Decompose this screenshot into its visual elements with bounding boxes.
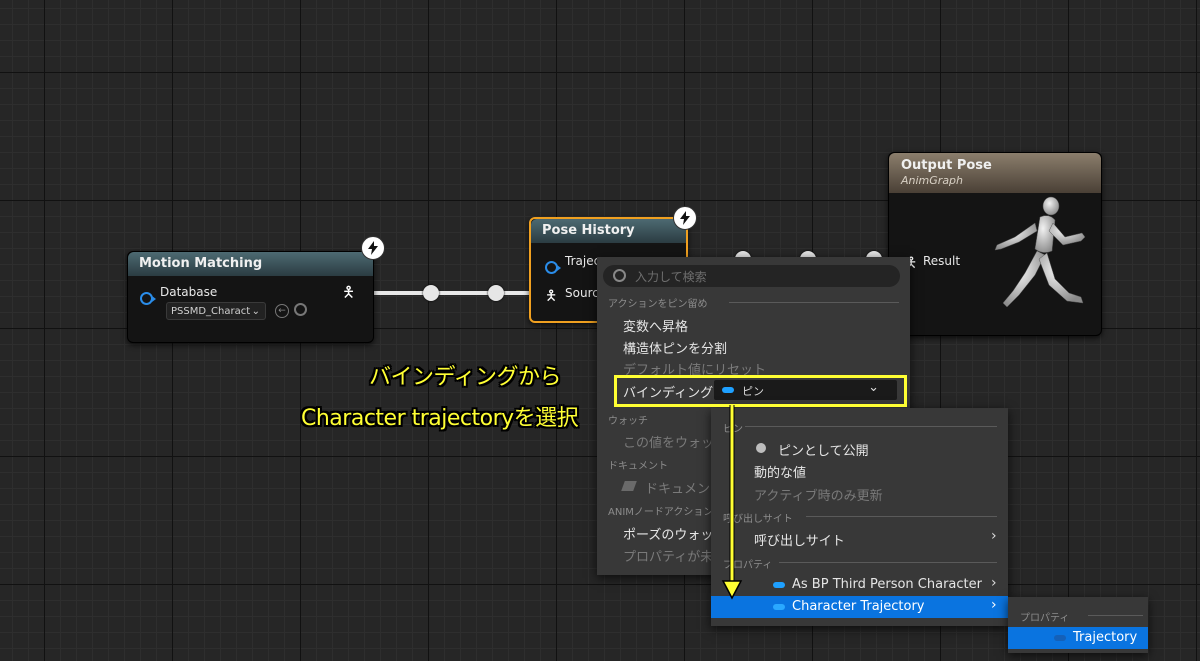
struct-pin-icon <box>773 604 785 610</box>
node-subtitle: AnimGraph <box>901 174 964 187</box>
menu-item-expose-as-pin[interactable]: ピンとして公開 <box>778 440 869 459</box>
section-divider <box>779 562 997 563</box>
database-value: PSSMD_Charact <box>171 306 251 317</box>
database-pin-label: Database <box>160 285 218 299</box>
struct-pin-icon[interactable] <box>140 292 156 305</box>
struct-pin-icon[interactable] <box>545 261 561 274</box>
section-header: ウォッチ <box>608 416 648 427</box>
section-header: ANIMノードアクション <box>608 507 714 518</box>
annotation-line-2: Character trajectoryを選択 <box>301 406 579 431</box>
binding-highlight-box <box>614 375 907 407</box>
menu-item-trajectory[interactable]: Trajectory <box>1008 627 1148 649</box>
fast-path-bolt-icon <box>673 206 697 230</box>
item-label: As BP Third Person Character <box>792 577 982 592</box>
annotation-arrow <box>721 405 743 600</box>
node-title: Pose History <box>531 219 686 243</box>
chevron-right-icon: › <box>991 597 997 613</box>
search-icon <box>613 269 626 282</box>
menu-item-split-struct[interactable]: 構造体ピンを分割 <box>623 338 727 357</box>
binding-submenu: ピン ピンとして公開 動的な値 アクティブ時のみ更新 呼び出しサイト 呼び出しサ… <box>711 408 1008 626</box>
search-icon[interactable] <box>294 303 307 316</box>
property-submenu: プロパティ Trajectory <box>1008 597 1148 653</box>
chevron-down-icon: ⌄ <box>251 306 260 317</box>
result-pin-label: Result <box>923 254 961 268</box>
chevron-right-icon: › <box>991 528 997 544</box>
menu-item-dynamic-value[interactable]: 動的な値 <box>754 462 806 481</box>
trajectory-pin-label: Trajec <box>565 254 601 268</box>
reroute-node[interactable] <box>423 285 439 301</box>
section-divider <box>806 516 997 517</box>
output-pose-node[interactable]: Output Pose AnimGraph 🯅 Result <box>888 152 1102 336</box>
document-icon <box>621 481 637 491</box>
item-label: Character Trajectory <box>792 599 925 614</box>
browse-back-icon[interactable]: ← <box>275 304 289 318</box>
object-pin-icon <box>773 582 785 588</box>
section-header: プロパティ <box>1020 613 1070 624</box>
node-title: Motion Matching <box>128 252 373 276</box>
fast-path-bolt-icon <box>361 236 385 260</box>
menu-item-property-binding: プロパティが未 <box>623 550 714 565</box>
menu-item-as-bp-third-person[interactable]: As BP Third Person Character › <box>711 574 1008 596</box>
menu-item-active-only: アクティブ時のみ更新 <box>754 489 883 504</box>
pose-input-pin-icon[interactable]: 🯅 <box>545 285 557 309</box>
section-header: アクションをピン留め <box>608 299 708 310</box>
menu-item-pose-watch[interactable]: ポーズのウォッ <box>623 524 713 543</box>
trajectory-pin[interactable] <box>545 257 561 276</box>
menu-item-promote-variable[interactable]: 変数へ昇格 <box>623 316 688 335</box>
struct-pin-icon <box>1054 635 1066 641</box>
database-select[interactable]: PSSMD_Charact ⌄ <box>166 302 266 320</box>
chevron-right-icon: › <box>991 575 997 591</box>
menu-item-character-trajectory[interactable]: Character Trajectory › <box>711 596 1008 618</box>
section-divider <box>745 426 997 427</box>
pose-wire[interactable] <box>368 291 538 295</box>
database-pin[interactable] <box>140 288 156 307</box>
search-input[interactable]: 入力して検索 <box>603 265 900 287</box>
radio-selected-icon <box>756 443 766 453</box>
annotation-line-1: バインディングから <box>369 365 561 390</box>
search-placeholder: 入力して検索 <box>635 270 707 284</box>
node-title: Output Pose <box>901 158 992 173</box>
section-divider <box>729 302 899 303</box>
menu-item-call-site[interactable]: 呼び出しサイト <box>754 530 845 549</box>
source-pin-label: Sourc <box>565 286 599 300</box>
pose-output-pin-icon[interactable]: 🯅 <box>342 282 355 307</box>
reroute-node[interactable] <box>488 285 504 301</box>
node-header: Output Pose AnimGraph <box>889 153 1101 193</box>
section-divider <box>1088 615 1143 616</box>
item-label: Trajectory <box>1073 630 1138 645</box>
running-mannequin-icon <box>994 196 1086 308</box>
motion-matching-node[interactable]: Motion Matching Database PSSMD_Charact ⌄… <box>127 251 374 343</box>
section-header: ドキュメント <box>608 461 668 472</box>
